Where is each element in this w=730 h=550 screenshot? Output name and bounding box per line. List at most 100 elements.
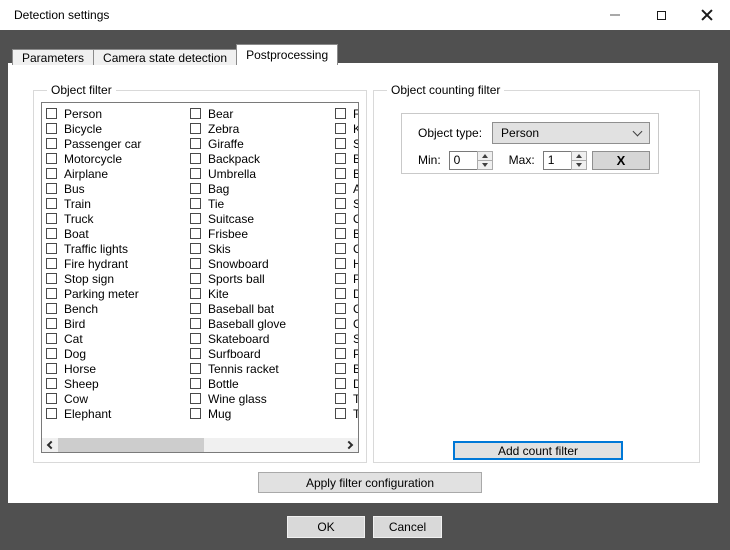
object-filter-item[interactable]: Traffic lights (46, 241, 191, 256)
checkbox-unchecked-icon[interactable] (335, 273, 346, 284)
checkbox-unchecked-icon[interactable] (335, 393, 346, 404)
checkbox-unchecked-icon[interactable] (190, 363, 201, 374)
object-filter-item[interactable]: Horse (46, 361, 191, 376)
object-filter-item[interactable]: Sofa (335, 331, 358, 346)
min-spin-up-button[interactable] (478, 152, 492, 160)
object-filter-item[interactable]: Orange (335, 211, 358, 226)
object-filter-item[interactable]: Wine glass (190, 391, 335, 406)
checkbox-unchecked-icon[interactable] (190, 198, 201, 209)
object-filter-item[interactable]: Kite (190, 286, 335, 301)
object-filter-item[interactable]: Spoon (335, 136, 358, 151)
object-filter-item[interactable]: Zebra (190, 121, 335, 136)
object-filter-item[interactable]: Boat (46, 226, 191, 241)
checkbox-unchecked-icon[interactable] (335, 213, 346, 224)
checkbox-unchecked-icon[interactable] (46, 303, 57, 314)
object-filter-item[interactable]: Apple (335, 181, 358, 196)
checkbox-unchecked-icon[interactable] (335, 138, 346, 149)
checkbox-unchecked-icon[interactable] (190, 288, 201, 299)
add-count-filter-button[interactable]: Add count filter (453, 441, 623, 460)
checkbox-unchecked-icon[interactable] (190, 138, 201, 149)
checkbox-unchecked-icon[interactable] (190, 258, 201, 269)
remove-count-filter-button[interactable]: X (592, 151, 650, 170)
checkbox-unchecked-icon[interactable] (335, 168, 346, 179)
object-filter-item[interactable]: Chair (335, 316, 358, 331)
checkbox-unchecked-icon[interactable] (190, 123, 201, 134)
object-filter-item[interactable]: Bicycle (46, 121, 191, 136)
tab-postprocessing[interactable]: Postprocessing (236, 44, 338, 65)
object-filter-item[interactable]: Bag (190, 181, 335, 196)
checkbox-unchecked-icon[interactable] (190, 333, 201, 344)
object-filter-item[interactable]: Toilet (335, 391, 358, 406)
object-filter-item[interactable]: Hot dog (335, 256, 358, 271)
object-type-dropdown[interactable]: Person (492, 122, 650, 144)
tab-parameters[interactable]: Parameters (12, 49, 94, 65)
max-spin-up-button[interactable] (572, 152, 586, 160)
object-filter-item[interactable]: Knife (335, 121, 358, 136)
object-filter-item[interactable]: Cat (46, 331, 191, 346)
max-value-input[interactable] (543, 151, 571, 170)
checkbox-unchecked-icon[interactable] (335, 288, 346, 299)
min-value-input[interactable] (449, 151, 477, 170)
horizontal-scrollbar[interactable] (42, 438, 358, 452)
checkbox-unchecked-icon[interactable] (190, 303, 201, 314)
object-filter-item[interactable]: Banana (335, 166, 358, 181)
object-filter-item[interactable]: Fork (335, 106, 358, 121)
checkbox-unchecked-icon[interactable] (46, 258, 57, 269)
checkbox-unchecked-icon[interactable] (46, 243, 57, 254)
object-filter-item[interactable]: Donut (335, 286, 358, 301)
checkbox-unchecked-icon[interactable] (46, 333, 57, 344)
object-filter-item[interactable]: Tennis racket (190, 361, 335, 376)
object-filter-item[interactable]: Motorcycle (46, 151, 191, 166)
checkbox-unchecked-icon[interactable] (46, 378, 57, 389)
object-filter-item[interactable]: Airplane (46, 166, 191, 181)
object-filter-item[interactable]: Umbrella (190, 166, 335, 181)
object-filter-item[interactable]: Carrot (335, 241, 358, 256)
checkbox-unchecked-icon[interactable] (335, 348, 346, 359)
checkbox-unchecked-icon[interactable] (46, 348, 57, 359)
scrollbar-thumb[interactable] (58, 438, 204, 452)
object-filter-item[interactable]: Bench (46, 301, 191, 316)
checkbox-unchecked-icon[interactable] (46, 228, 57, 239)
object-filter-item[interactable]: Baseball glove (190, 316, 335, 331)
checkbox-unchecked-icon[interactable] (335, 243, 346, 254)
object-filter-item[interactable]: Cake (335, 301, 358, 316)
checkbox-unchecked-icon[interactable] (46, 168, 57, 179)
object-filter-item[interactable]: Stop sign (46, 271, 191, 286)
object-filter-item[interactable]: Fire hydrant (46, 256, 191, 271)
checkbox-unchecked-icon[interactable] (335, 258, 346, 269)
checkbox-unchecked-icon[interactable] (46, 273, 57, 284)
max-spin-down-button[interactable] (572, 160, 586, 169)
object-filter-item[interactable]: Parking meter (46, 286, 191, 301)
scroll-right-button[interactable] (343, 438, 358, 452)
checkbox-unchecked-icon[interactable] (46, 153, 57, 164)
checkbox-unchecked-icon[interactable] (190, 213, 201, 224)
checkbox-unchecked-icon[interactable] (190, 108, 201, 119)
minimize-button[interactable] (592, 0, 638, 30)
checkbox-unchecked-icon[interactable] (190, 378, 201, 389)
object-filter-item[interactable]: Bus (46, 181, 191, 196)
object-filter-item[interactable]: Train (46, 196, 191, 211)
object-filter-item[interactable]: Bed (335, 361, 358, 376)
object-filter-item[interactable]: Giraffe (190, 136, 335, 151)
checkbox-unchecked-icon[interactable] (335, 183, 346, 194)
object-filter-item[interactable]: Cow (46, 391, 191, 406)
checkbox-unchecked-icon[interactable] (190, 408, 201, 419)
checkbox-unchecked-icon[interactable] (190, 168, 201, 179)
object-filter-item[interactable]: Surfboard (190, 346, 335, 361)
object-filter-item[interactable]: Sheep (46, 376, 191, 391)
checkbox-unchecked-icon[interactable] (190, 153, 201, 164)
object-filter-list[interactable]: PersonBicyclePassenger carMotorcycleAirp… (41, 102, 359, 453)
object-filter-item[interactable]: Tie (190, 196, 335, 211)
object-filter-item[interactable]: Bowl (335, 151, 358, 166)
checkbox-unchecked-icon[interactable] (46, 213, 57, 224)
checkbox-unchecked-icon[interactable] (335, 153, 346, 164)
checkbox-unchecked-icon[interactable] (190, 393, 201, 404)
checkbox-unchecked-icon[interactable] (46, 138, 57, 149)
object-filter-item[interactable]: Broccoli (335, 226, 358, 241)
tab-camera-state-detection[interactable]: Camera state detection (93, 49, 237, 65)
checkbox-unchecked-icon[interactable] (46, 393, 57, 404)
checkbox-unchecked-icon[interactable] (190, 273, 201, 284)
object-filter-item[interactable]: Mug (190, 406, 335, 421)
checkbox-unchecked-icon[interactable] (46, 108, 57, 119)
checkbox-unchecked-icon[interactable] (46, 183, 57, 194)
